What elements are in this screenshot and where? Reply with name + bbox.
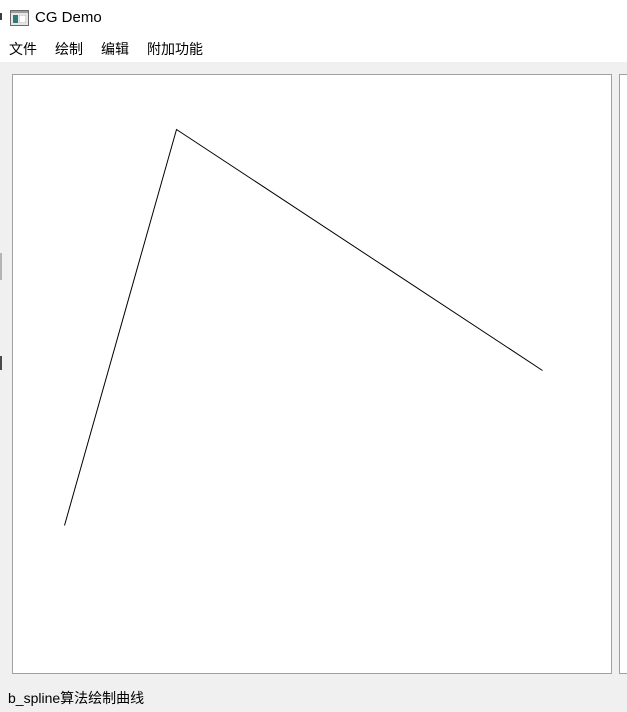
left-dock-edge-fragment: [0, 356, 2, 370]
b-spline-control-polyline: [64, 128, 543, 526]
menu-extra-features[interactable]: 附加功能: [138, 37, 212, 62]
menu-draw[interactable]: 绘制: [46, 37, 92, 62]
menu-bar: 文件 绘制 编辑 附加功能: [0, 37, 627, 62]
left-dock-edge-fragment: [0, 253, 2, 280]
app-window-icon: [10, 10, 29, 26]
menu-edit[interactable]: 编辑: [92, 37, 138, 62]
status-bar: b_spline算法绘制曲线: [0, 685, 627, 712]
title-bar[interactable]: CG Demo: [0, 0, 627, 37]
title-edge-fragment: [0, 13, 2, 20]
drawing-canvas[interactable]: [12, 74, 612, 674]
menu-file[interactable]: 文件: [0, 37, 46, 62]
canvas-drawing-layer: [64, 128, 543, 526]
right-dock-panel: [619, 74, 627, 674]
status-message: b_spline算法绘制曲线: [8, 690, 145, 706]
window-title: CG Demo: [35, 9, 102, 26]
